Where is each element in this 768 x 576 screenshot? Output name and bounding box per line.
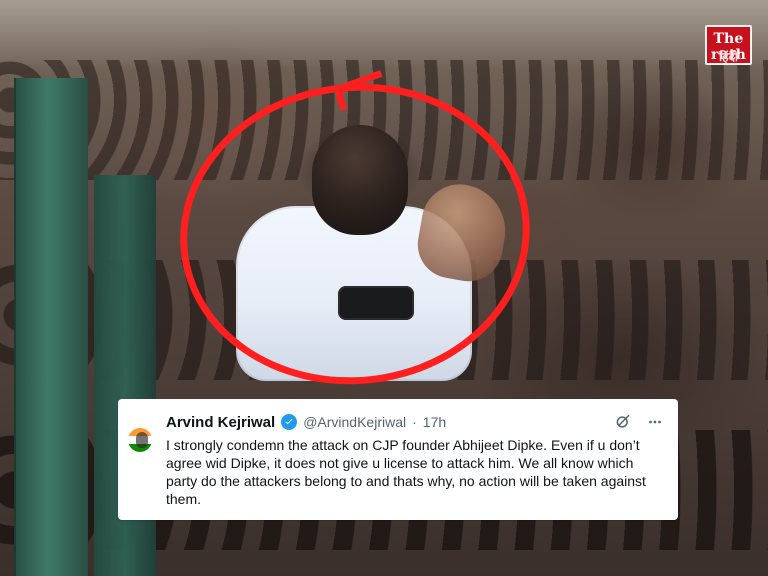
tweet-time[interactable]: 17h [423,414,446,430]
tweet-text: I strongly condemn the attack on CJP fou… [166,437,646,507]
grok-icon[interactable] [614,413,632,431]
green-pole-left [14,78,88,576]
author-handle[interactable]: @ArvindKejriwal [303,414,406,430]
tweet-card: Arvind Kejriwal @ArvindKejriwal · 17h I … [118,399,678,520]
more-options-icon[interactable] [646,413,664,431]
tweet-header: Arvind Kejriwal @ArvindKejriwal · 17h [166,411,664,433]
avatar-person-silhouette [136,432,148,448]
separator-dot: · [412,414,417,430]
the-truth-logo: The ruth हिंदी [705,25,752,65]
tweet-actions [614,413,664,431]
logo-sub-text: हिंदी [719,50,738,64]
verified-badge-icon [281,414,298,430]
background-photo: The ruth हिंदी Arvind Kejriwal @ArvindKe… [0,0,768,576]
author-avatar[interactable] [128,428,152,452]
author-name[interactable]: Arvind Kejriwal [166,414,275,431]
